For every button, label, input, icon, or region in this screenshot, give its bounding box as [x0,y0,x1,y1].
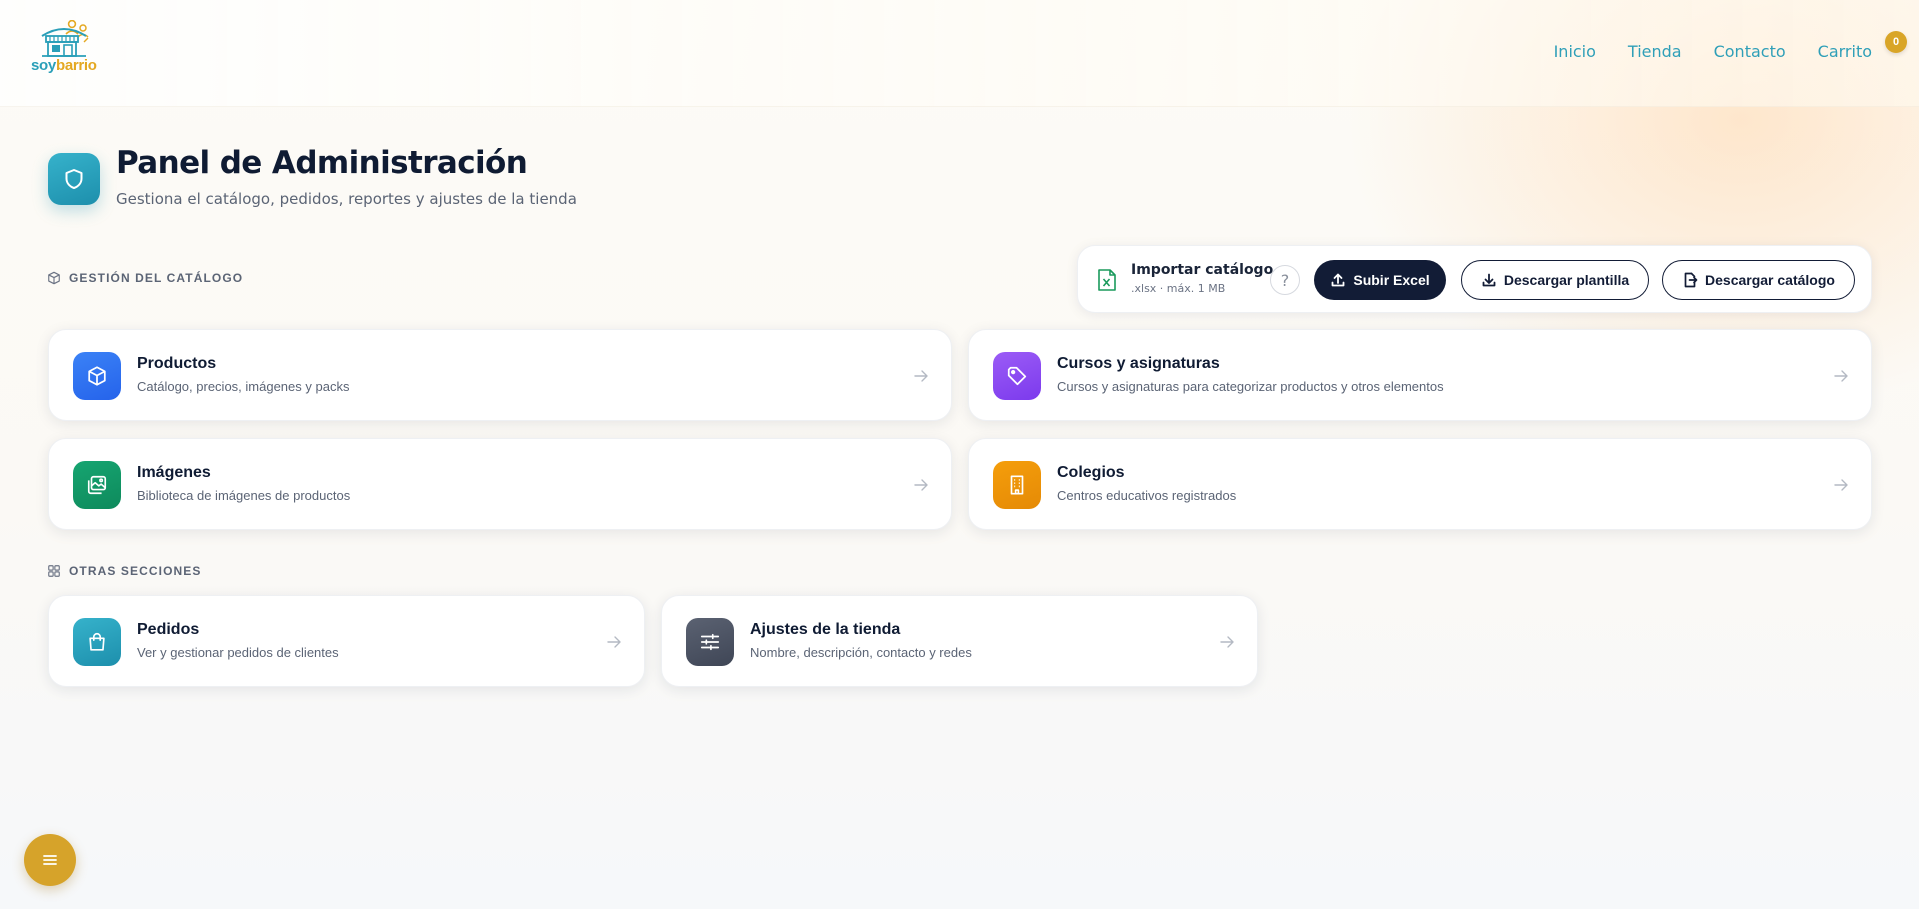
soybarrio-logo[interactable]: soybarrio [28,20,104,76]
admin-badge [48,153,100,205]
package-icon [48,271,60,285]
card-imagenes[interactable]: Imágenes Biblioteca de imágenes de produ… [48,438,952,530]
logo-part-barrio: barrio [55,57,97,74]
arrow-right-icon [607,636,621,648]
nav-tienda[interactable]: Tienda [1628,42,1682,61]
shopping-bag-icon [89,633,105,651]
box-icon [88,366,106,386]
nav-carrito[interactable]: Carrito [1818,42,1872,61]
card-pedidos-title: Pedidos [137,621,200,638]
upload-excel-label: Subir Excel [1353,272,1430,288]
card-colegios[interactable]: Colegios Centros educativos registrados [968,438,1872,530]
shield-icon [65,169,83,189]
logo-part-soy: soy [31,57,56,74]
hamburger-menu-icon [43,855,57,865]
card-ajustes-title: Ajustes de la tienda [750,621,901,638]
page-title: Panel de Administración [116,145,528,181]
card-imagenes-desc: Biblioteca de imágenes de productos [137,488,351,503]
top-header: soybarrio Inicio Tienda Contacto Carrito [0,0,1919,107]
storefront-logo-icon [41,20,89,57]
upload-icon [1331,273,1345,287]
nav-inicio[interactable]: Inicio [1554,42,1596,61]
card-ajustes-desc: Nombre, descripción, contacto y redes [750,645,972,660]
section-label-catalog-text: GESTIÓN DEL CATÁLOGO [69,271,244,285]
card-colegios-icon-badge [993,461,1041,509]
file-export-icon [1684,272,1698,288]
import-hint: .xlsx · máx. 1 MB [1131,282,1226,295]
page-subtitle: Gestiona el catálogo, pedidos, reportes … [116,190,577,208]
main-nav: Inicio Tienda Contacto Carrito [1554,42,1872,61]
question-icon: ? [1280,270,1290,290]
download-template-label: Descargar plantilla [1503,272,1630,288]
grid-icon [48,565,60,577]
card-colegios-desc: Centros educativos registrados [1057,488,1237,503]
cart-count-badge: 0 [1885,31,1907,53]
card-cursos-icon-badge [993,352,1041,400]
card-cursos-title: Cursos y asignaturas [1057,355,1220,372]
help-button[interactable]: ? [1270,265,1300,295]
sliders-icon [700,633,720,651]
arrow-right-icon [1220,636,1234,648]
arrow-right-icon [914,370,928,382]
download-icon [1482,273,1496,287]
arrow-right-icon [1834,479,1848,491]
card-productos-title: Productos [137,355,217,372]
arrow-right-icon [1834,370,1848,382]
upload-excel-button[interactable]: Subir Excel [1314,260,1446,300]
floating-menu-button[interactable] [24,834,76,886]
card-imagenes-icon-badge [73,461,121,509]
logo-wordmark: soybarrio [31,57,97,74]
download-catalog-label: Descargar catálogo [1705,272,1835,288]
section-label-catalog: GESTIÓN DEL CATÁLOGO [47,271,243,285]
card-productos-icon-badge [73,352,121,400]
building-icon [1010,475,1024,495]
card-imagenes-title: Imágenes [137,464,211,481]
tag-icon [1007,366,1027,386]
card-ajustes-icon-badge [686,618,734,666]
card-ajustes-tienda[interactable]: Ajustes de la tienda Nombre, descripción… [661,595,1258,687]
card-pedidos[interactable]: Pedidos Ver y gestionar pedidos de clien… [48,595,645,687]
download-catalog-button[interactable]: Descargar catálogo [1662,260,1855,300]
import-title: Importar catálogo [1131,262,1274,278]
arrow-right-icon [914,479,928,491]
card-productos-desc: Catálogo, precios, imágenes y packs [137,379,350,394]
card-cursos-desc: Cursos y asignaturas para categorizar pr… [1057,379,1444,394]
images-icon [87,475,107,495]
card-pedidos-desc: Ver y gestionar pedidos de clientes [137,645,339,660]
section-label-other: OTRAS SECCIONES [47,564,202,578]
import-catalog-bar: Importar catálogo .xlsx · máx. 1 MB ? Su… [1077,245,1872,313]
excel-file-icon [1098,269,1116,291]
download-template-button[interactable]: Descargar plantilla [1461,260,1649,300]
card-productos[interactable]: Productos Catálogo, precios, imágenes y … [48,329,952,421]
card-colegios-title: Colegios [1057,464,1125,481]
section-label-other-text: OTRAS SECCIONES [69,564,202,578]
nav-contacto[interactable]: Contacto [1714,42,1786,61]
card-cursos-asignaturas[interactable]: Cursos y asignaturas Cursos y asignatura… [968,329,1872,421]
card-pedidos-icon-badge [73,618,121,666]
